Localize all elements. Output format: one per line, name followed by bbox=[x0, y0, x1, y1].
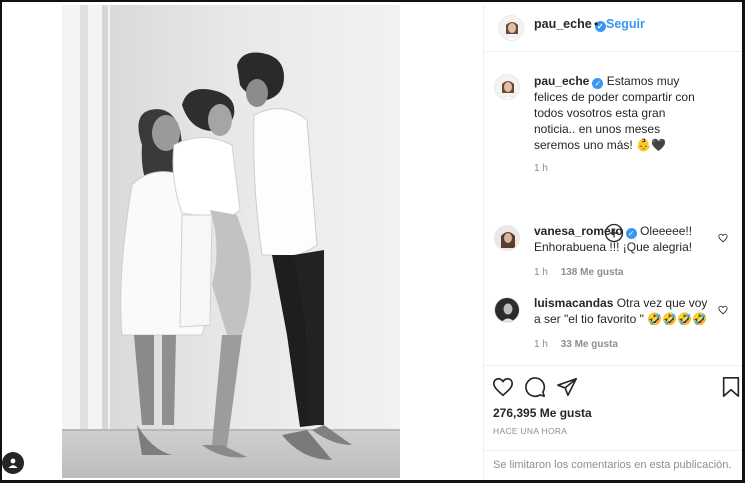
commenter-avatar[interactable] bbox=[494, 225, 520, 251]
commenter-avatar-image bbox=[495, 226, 519, 250]
author-avatar-image bbox=[495, 75, 519, 99]
post-header: pau_eche ✓ • Seguir bbox=[484, 5, 742, 52]
caption-time[interactable]: 1 h bbox=[534, 163, 548, 174]
commenter-avatar[interactable] bbox=[494, 297, 520, 323]
comment-time[interactable]: 1 h bbox=[534, 267, 548, 278]
author-avatar[interactable] bbox=[494, 74, 520, 100]
comment-meta: 1 h 138 Me gusta bbox=[534, 267, 634, 278]
post-photo[interactable] bbox=[62, 5, 400, 478]
comment-meta: 1 h 33 Me gusta bbox=[534, 339, 628, 350]
bookmark-icon[interactable] bbox=[720, 376, 742, 398]
comment-like-heart-icon[interactable] bbox=[718, 305, 728, 315]
comment-icon[interactable] bbox=[524, 376, 546, 398]
caption-username[interactable]: pau_eche bbox=[534, 74, 589, 88]
comment-username[interactable]: vanesa_romero bbox=[534, 224, 623, 238]
post-likes-count[interactable]: 276,395 Me gusta bbox=[493, 406, 592, 420]
comment-username[interactable]: luismacandas bbox=[534, 296, 613, 310]
author-avatar[interactable] bbox=[498, 15, 524, 41]
follow-button[interactable]: Seguir bbox=[606, 17, 645, 31]
heart-icon[interactable] bbox=[492, 376, 514, 398]
share-icon[interactable] bbox=[556, 376, 578, 398]
comment-likes[interactable]: 138 Me gusta bbox=[561, 267, 624, 278]
verified-badge-icon: ✓ bbox=[592, 78, 604, 89]
comment-text: luismacandas Otra vez que voy a ser "el … bbox=[534, 295, 709, 327]
person-icon bbox=[8, 458, 18, 468]
post-timestamp[interactable]: HACE UNA HORA bbox=[493, 426, 567, 436]
post-photo-image bbox=[62, 5, 400, 478]
caption-text: pau_eche ✓ Estamos muy felices de poder c… bbox=[534, 73, 709, 153]
comment-likes[interactable]: 33 Me gusta bbox=[561, 339, 618, 350]
comments-list[interactable]: pau_eche ✓ Estamos muy felices de poder c… bbox=[484, 53, 742, 365]
caption-meta: 1 h bbox=[534, 163, 558, 174]
comments-limited-notice: Se limitaron los comentarios en esta pub… bbox=[484, 450, 742, 479]
separator-dot: • bbox=[594, 17, 599, 31]
comment-text: vanesa_romero ✓ Oleeeee!! Enhorabuena !!!… bbox=[534, 223, 709, 255]
viewer-avatar-icon[interactable] bbox=[2, 452, 24, 474]
commenter-avatar-image bbox=[495, 298, 519, 322]
post-actions: 276,395 Me gusta HACE UNA HORA Se limita… bbox=[484, 365, 742, 478]
post-sidebar: pau_eche ✓ • Seguir pau_eche ✓ Estamos muy… bbox=[483, 5, 742, 478]
author-avatar-image bbox=[499, 16, 523, 40]
verified-badge-icon: ✓ bbox=[625, 228, 637, 239]
comment-time[interactable]: 1 h bbox=[534, 339, 548, 350]
comment-like-heart-icon[interactable] bbox=[718, 233, 728, 243]
